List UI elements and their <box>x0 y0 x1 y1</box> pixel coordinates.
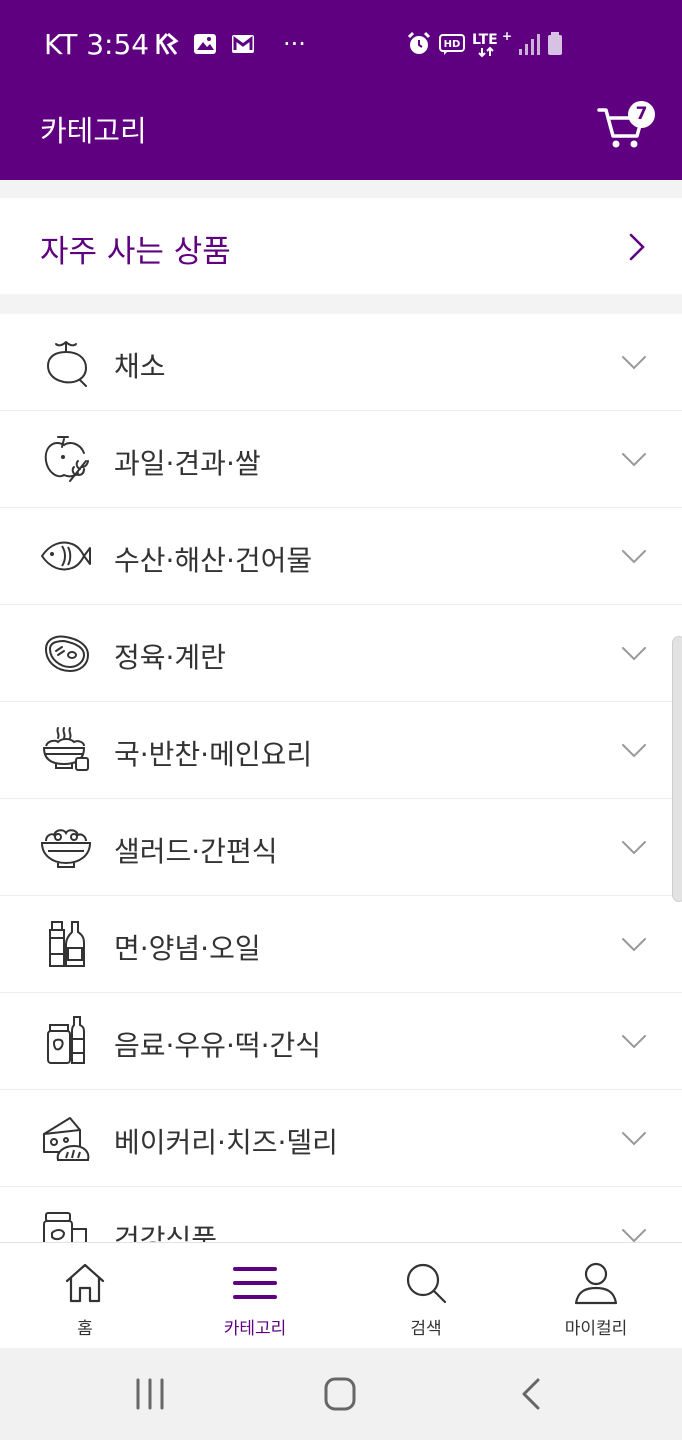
home-icon <box>65 1263 105 1303</box>
tab-search[interactable]: 검색 <box>341 1243 511 1349</box>
tab-label: 검색 <box>410 1319 442 1339</box>
chevron-down-icon <box>622 744 646 758</box>
chevron-down-icon <box>622 453 646 467</box>
category-row-meat[interactable]: 정육·계란 <box>0 605 682 702</box>
category-row-bakery[interactable]: 베이커리·치즈·델리 <box>0 1090 682 1187</box>
status-system-icons: HD LTE + <box>406 30 564 58</box>
jar-bottle-icon <box>47 1016 85 1064</box>
search-icon <box>406 1263 447 1304</box>
tab-home[interactable]: 홈 <box>0 1243 170 1349</box>
chevron-down-icon <box>622 1035 646 1049</box>
chevron-right-icon <box>629 233 645 261</box>
category-row-salad[interactable]: 샐러드·간편식 <box>0 799 682 896</box>
steak-icon <box>44 635 90 673</box>
system-navigation-bar <box>0 1348 682 1440</box>
bottles-icon <box>49 921 85 967</box>
apple-icon <box>44 436 89 482</box>
frequent-items-row[interactable]: 자주 사는 상품 <box>0 198 682 294</box>
category-row-fruits[interactable]: 과일·견과·쌀 <box>0 411 682 508</box>
tab-category[interactable]: 카테고리 <box>170 1243 340 1349</box>
cheese-bread-icon <box>43 1117 90 1161</box>
status-overflow: ··· <box>283 30 306 58</box>
category-row-side-dishes[interactable]: 국·반찬·메인요리 <box>0 702 682 799</box>
scrollbar-thumb[interactable] <box>672 636 682 902</box>
user-icon <box>574 1262 618 1305</box>
category-row-beverages[interactable]: 음료·우유·떡·간식 <box>0 993 682 1090</box>
tab-label: 마이컬리 <box>564 1319 628 1339</box>
category-label: 음료·우유·떡·간식 <box>114 1029 322 1062</box>
category-label: 국·반찬·메인요리 <box>114 738 313 771</box>
tab-my-kurly[interactable]: 마이컬리 <box>511 1243 681 1349</box>
category-label: 정육·계란 <box>114 641 226 674</box>
category-list: 채소 과일·견과·쌀 수산·해산·건어물 정육·계란 국·반찬·메인요리 샐러드… <box>0 314 682 1242</box>
category-row-vegetables[interactable]: 채소 <box>0 314 682 411</box>
category-label: 베이커리·치즈·델리 <box>114 1126 338 1159</box>
chevron-down-icon <box>622 1132 646 1146</box>
home-button-icon[interactable] <box>320 1376 360 1412</box>
tab-label: 카테고리 <box>223 1319 287 1339</box>
chevron-down-icon <box>622 550 646 564</box>
gmail-icon <box>232 35 254 53</box>
alarm-icon <box>407 31 431 54</box>
back-icon[interactable] <box>512 1376 552 1412</box>
beet-icon <box>46 341 88 387</box>
page-title: 카테고리 <box>40 114 147 148</box>
kakaotalk-icon <box>156 32 179 55</box>
category-label: 건강식품 <box>114 1223 218 1242</box>
status-notification-icons: ··· <box>155 30 306 58</box>
gallery-icon <box>194 34 216 54</box>
category-label: 샐러드·간편식 <box>114 835 278 868</box>
category-label: 채소 <box>114 350 166 383</box>
chevron-down-icon <box>622 356 646 370</box>
menu-icon <box>233 1267 277 1299</box>
status-carrier-time: KT 3:54 <box>44 28 150 61</box>
fish-icon <box>41 541 91 571</box>
bottom-tab-bar: 홈 카테고리 검색 마이컬리 <box>0 1242 682 1348</box>
svg-text:LTE: LTE <box>472 32 498 48</box>
category-label: 면·양념·오일 <box>114 932 261 965</box>
chevron-down-icon <box>622 1229 646 1242</box>
chevron-down-icon <box>622 841 646 855</box>
app-header: KT 3:54 ··· HD LTE + 카테고리 7 <box>0 0 682 180</box>
supplement-icon <box>43 1212 87 1242</box>
chevron-down-icon <box>622 647 646 661</box>
svg-text:+: + <box>502 30 512 43</box>
lte-plus-icon: LTE + <box>472 30 512 58</box>
salad-icon <box>40 829 92 868</box>
frequent-items-label: 자주 사는 상품 <box>40 234 231 270</box>
hd-voice-icon: HD <box>439 34 465 55</box>
category-row-health[interactable]: 건강식품 <box>0 1187 682 1242</box>
cart-count-badge: 7 <box>628 101 655 128</box>
svg-text:HD: HD <box>444 39 461 50</box>
tab-label: 홈 <box>77 1319 93 1339</box>
soup-bowl-icon <box>42 727 89 771</box>
status-bar: KT 3:54 ··· HD LTE + <box>0 0 682 88</box>
category-label: 수산·해산·건어물 <box>114 544 313 577</box>
category-row-noodles-sauce[interactable]: 면·양념·오일 <box>0 896 682 993</box>
category-row-seafood[interactable]: 수산·해산·건어물 <box>0 508 682 605</box>
category-label: 과일·견과·쌀 <box>114 447 261 480</box>
recent-apps-icon[interactable] <box>130 1376 170 1412</box>
signal-icon <box>519 34 540 55</box>
battery-icon <box>548 32 562 55</box>
chevron-down-icon <box>622 938 646 952</box>
